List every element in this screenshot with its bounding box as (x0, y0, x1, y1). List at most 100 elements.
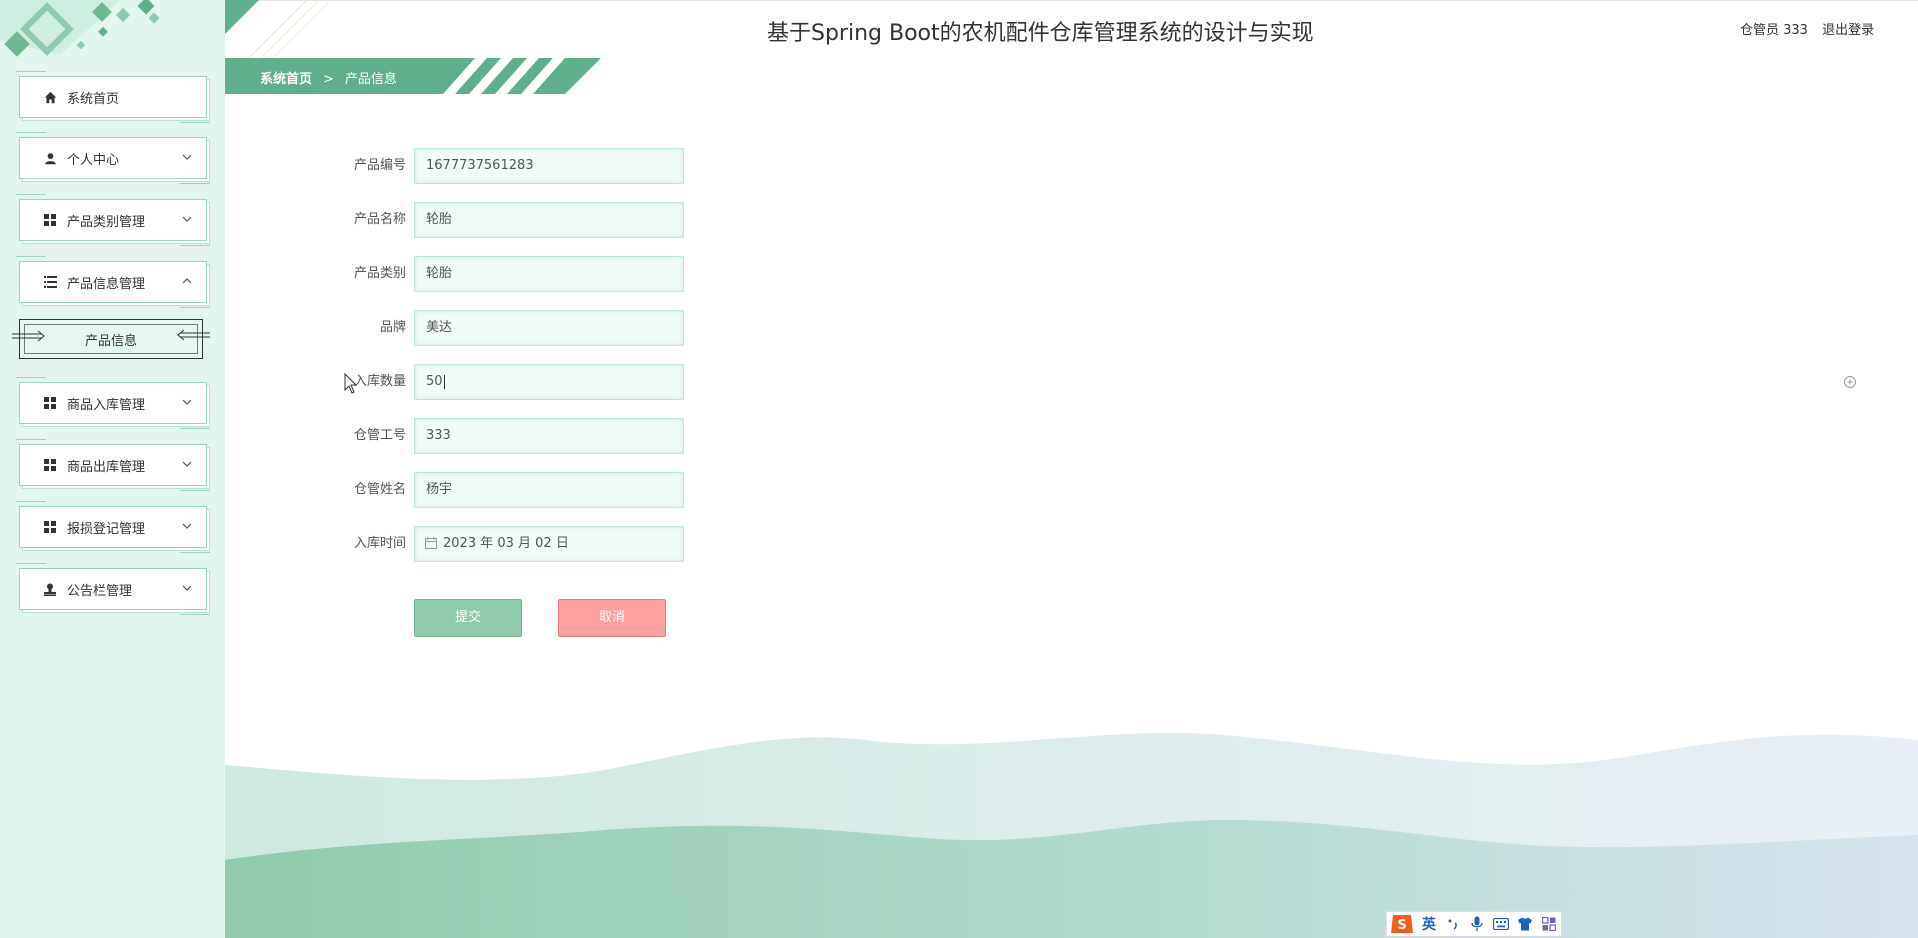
sidebar-subitem-product-info[interactable]: 产品信息 (12, 319, 210, 359)
brand-input[interactable]: 美达 (414, 310, 684, 346)
sidebar-item-home[interactable]: 系统首页 (16, 71, 210, 123)
sidebar-item-label: 商品入库管理 (67, 397, 146, 413)
breadcrumb-home[interactable]: 系统首页 (260, 72, 312, 87)
chevron-down-icon (182, 216, 192, 222)
submit-button[interactable]: 提交 (414, 599, 522, 637)
home-icon (42, 89, 58, 105)
breadcrumb-separator: > (323, 72, 334, 87)
sidebar-item-stock-out[interactable]: 商品出库管理 (16, 439, 210, 491)
microphone-icon[interactable] (1465, 912, 1489, 936)
sidebar-item-label: 公告栏管理 (67, 583, 133, 599)
menu-deco-line (16, 501, 46, 502)
menu-deco-line (180, 122, 210, 123)
field-label: 产品类别 (353, 266, 406, 281)
menu-deco-line (180, 183, 210, 184)
sidebar-item-damage-register[interactable]: 报损登记管理 (16, 501, 210, 553)
page-title: 基于Spring Boot的农机配件仓库管理系统的设计与实现 (767, 21, 1314, 46)
form-row-stock-in-time: 入库时间 2023 年 03 月 02 日 (330, 526, 730, 562)
skin-icon[interactable] (1513, 912, 1537, 936)
sidebar-item-product-info-management[interactable]: 产品信息管理 (16, 256, 210, 308)
menu-deco-line (180, 552, 210, 553)
sidebar: 系统首页 个人中心 产品类别管理 产品信息管理 产品信息 商品入库管理 商品出库… (0, 0, 225, 938)
field-label: 仓管姓名 (353, 482, 406, 497)
quantity-value: 50 (426, 374, 443, 389)
plus-circle-icon[interactable] (1843, 375, 1857, 389)
menu-deco-line (16, 377, 46, 378)
field-label: 品牌 (379, 320, 406, 335)
product-code-input[interactable]: 1677737561283 (414, 148, 684, 184)
sidebar-item-label: 产品类别管理 (67, 214, 146, 230)
arrow-left-icon (177, 329, 210, 341)
keyboard-icon[interactable] (1489, 912, 1513, 936)
sidebar-item-label: 商品出库管理 (67, 459, 146, 475)
chevron-down-icon (182, 461, 192, 467)
field-label: 产品编号 (353, 158, 406, 173)
sidebar-decoration (0, 0, 225, 75)
cancel-button[interactable]: 取消 (558, 599, 666, 637)
field-label: 产品名称 (353, 212, 406, 227)
breadcrumb: 系统首页 > 产品信息 (260, 68, 397, 87)
sidebar-item-label: 报损登记管理 (67, 521, 146, 537)
arrow-right-icon (12, 330, 45, 342)
toolbox-icon[interactable] (1537, 912, 1561, 936)
grid-icon (42, 395, 58, 411)
keeper-id-input[interactable]: 333 (414, 418, 684, 454)
breadcrumb-current: 产品信息 (344, 72, 397, 87)
menu-deco-line (180, 428, 210, 429)
menu-deco-line (180, 614, 210, 615)
field-label: 仓管工号 (353, 428, 406, 443)
grid-icon (42, 457, 58, 473)
menu-deco-line (180, 245, 210, 246)
sidebar-subitem-label: 产品信息 (84, 333, 137, 349)
ime-toolbar: S 英 (1386, 911, 1562, 937)
sidebar-item-product-category[interactable]: 产品类别管理 (16, 194, 210, 246)
svg-text:S: S (1397, 918, 1406, 933)
form-row-brand: 品牌 美达 (330, 310, 730, 346)
menu-deco-line (16, 71, 46, 72)
mouse-cursor-icon (344, 373, 358, 394)
product-name-input[interactable]: 轮胎 (414, 202, 684, 238)
grid-icon (42, 519, 58, 535)
punctuation-icon[interactable] (1441, 912, 1465, 936)
menu-deco-line (16, 132, 46, 133)
stamp-icon (42, 581, 58, 597)
field-label: 入库数量 (353, 374, 406, 389)
chevron-down-icon (182, 154, 192, 160)
sidebar-item-label: 个人中心 (67, 152, 120, 168)
chevron-down-icon (182, 399, 192, 405)
sidebar-item-personal-center[interactable]: 个人中心 (16, 132, 210, 184)
sidebar-item-label: 产品信息管理 (67, 276, 146, 292)
product-category-input[interactable]: 轮胎 (414, 256, 684, 292)
logout-link[interactable]: 退出登录 (1822, 23, 1874, 38)
form-row-product-name: 产品名称 轮胎 (330, 202, 730, 238)
menu-deco-line (16, 194, 46, 195)
stock-in-date-picker[interactable]: 2023 年 03 月 02 日 (414, 526, 684, 562)
menu-deco-line (16, 563, 46, 564)
chevron-up-icon (182, 278, 192, 284)
sogou-logo-icon[interactable]: S (1387, 912, 1417, 936)
keeper-name-input[interactable]: 杨宇 (414, 472, 684, 508)
sidebar-item-notice-board[interactable]: 公告栏管理 (16, 563, 210, 615)
menu-deco-line (16, 439, 46, 440)
header-divider (225, 0, 1918, 1)
form-row-keeper-id: 仓管工号 333 (330, 418, 730, 454)
form-row-product-code: 产品编号 1677737561283 (330, 148, 730, 184)
current-user-label: 仓管员 333 (1740, 23, 1808, 38)
form-row-product-category: 产品类别 轮胎 (330, 256, 730, 292)
menu-deco-line (180, 490, 210, 491)
sidebar-item-label: 系统首页 (67, 91, 120, 107)
grid-icon (42, 212, 58, 228)
chevron-down-icon (182, 585, 192, 591)
wave-background (225, 732, 1918, 938)
ime-mode-label[interactable]: 英 (1417, 912, 1441, 936)
menu-deco-line (16, 256, 46, 257)
user-icon (42, 150, 58, 166)
menu-deco-line (180, 307, 210, 308)
text-caret (443, 374, 445, 389)
form-row-stock-in-quantity: 入库数量 50 (330, 364, 730, 400)
sidebar-item-stock-in[interactable]: 商品入库管理 (16, 377, 210, 429)
header-decoration (225, 0, 332, 60)
field-label: 入库时间 (353, 536, 406, 551)
calendar-icon (425, 537, 437, 549)
stock-in-quantity-input[interactable]: 50 (414, 364, 684, 400)
